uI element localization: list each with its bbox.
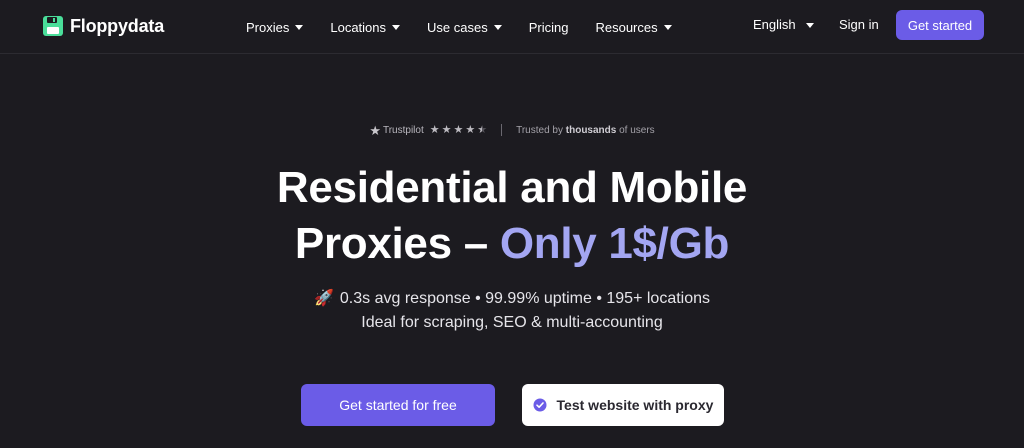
language-selector[interactable]: English [753,17,814,32]
trusted-prefix: Trusted by [516,124,563,136]
hero-subline-usecases: Ideal for scraping, SEO & multi-accounti… [361,314,663,331]
star-icon: ★ [441,123,452,136]
get-started-free-button[interactable]: Get started for free [301,384,495,426]
star-icon: ★ [465,123,476,136]
chevron-down-icon [805,22,814,28]
menu-item-label: Locations [330,19,387,35]
check-circle-icon [533,398,547,412]
trusted-bold: thousands [565,124,617,136]
top-navigation: Floppydata Proxies Locations Use cases P… [0,0,1024,54]
trustpilot-star-icon: ★ [369,122,381,138]
half-star-icon: ★ [477,123,488,136]
rocket-icon: 🚀 [313,290,334,307]
stats-text: 0.3s avg response • 99.99% uptime • 195+… [339,290,711,307]
chevron-down-icon [663,25,672,30]
menu-item-label: Proxies [246,19,290,35]
brand-name: Floppydata [70,15,165,36]
rating-stars: ★ ★ ★ ★ ★ [429,123,488,136]
trustpilot-badge[interactable]: ★ Trustpilot ★ ★ ★ ★ ★ [369,124,487,137]
menu-item-label: Pricing [528,19,569,35]
floppy-disk-icon [43,16,63,36]
trustpilot-label: Trustpilot [382,124,424,136]
menu-item-use-cases[interactable]: Use cases [427,20,502,35]
menu-item-pricing[interactable]: Pricing [529,20,569,35]
landing-page: Floppydata Proxies Locations Use cases P… [0,0,1024,448]
menu-item-label: Resources [595,19,658,35]
language-label: English [753,17,796,32]
menu-item-resources[interactable]: Resources [595,19,672,35]
menu-item-label: Use cases [427,19,488,35]
chevron-down-icon [392,25,401,30]
trusted-suffix: of users [619,124,655,136]
test-website-label: Test website with proxy [556,397,714,413]
get-started-button[interactable]: Get started [896,10,984,40]
main-menu: Proxies Locations Use cases Pricing Reso… [246,17,699,37]
chevron-down-icon [493,25,502,30]
hero-headline: Residential and Mobile Proxies – Only 1$… [0,160,1024,272]
trusted-text: Trusted by thousands of users [516,125,655,136]
headline-accent: Only 1$/Gb [499,219,730,268]
test-website-button[interactable]: Test website with proxy [522,384,724,426]
hero-subline-stats: 🚀 0.3s avg response • 99.99% uptime • 195… [0,288,1024,308]
headline-line2: Proxies – [294,219,488,268]
star-icon: ★ [453,123,464,136]
star-icon: ★ [429,123,440,136]
trust-bar: ★ Trustpilot ★ ★ ★ ★ ★ Trusted by thousa… [0,121,1024,139]
brand-logo[interactable]: Floppydata [42,14,164,38]
signin-link[interactable]: Sign in [839,17,879,32]
menu-item-proxies[interactable]: Proxies [246,19,304,35]
menu-item-locations[interactable]: Locations [330,19,401,35]
chevron-down-icon [295,25,304,30]
divider [501,124,503,136]
headline-line1: Residential and Mobile [276,163,748,212]
